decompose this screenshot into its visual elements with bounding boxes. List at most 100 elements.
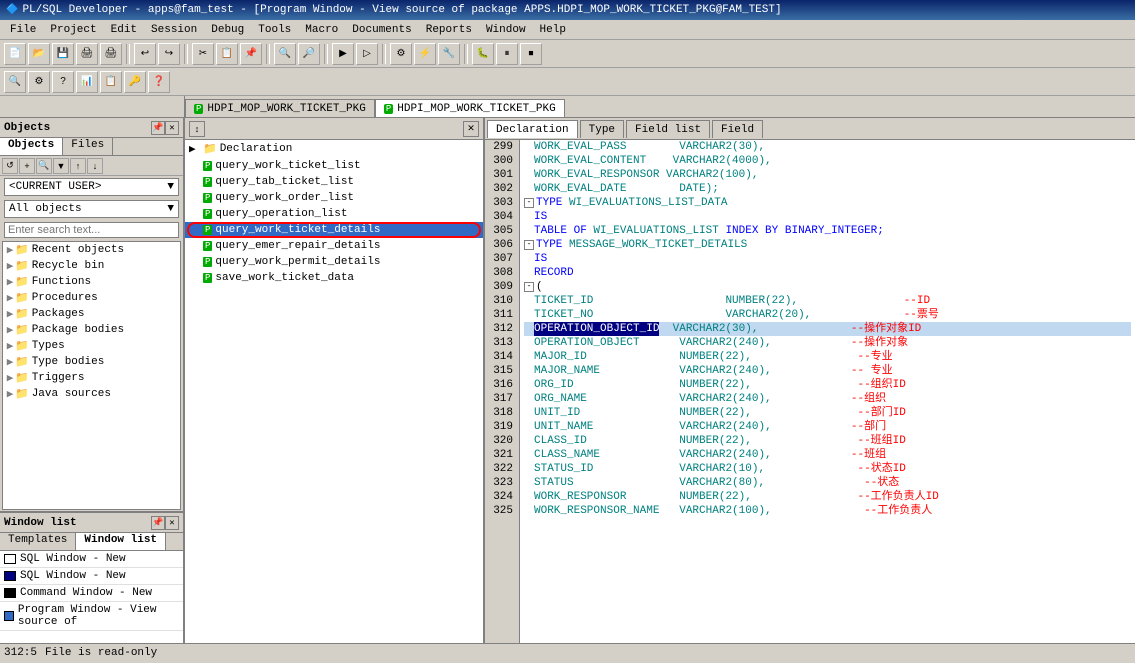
paste-btn[interactable]: 📌: [240, 43, 262, 65]
tab-objects[interactable]: Objects: [0, 138, 63, 155]
obj-add-btn[interactable]: +: [19, 158, 35, 174]
undo-btn[interactable]: ↩: [134, 43, 156, 65]
debug-btn[interactable]: 🐛: [472, 43, 494, 65]
print-btn[interactable]: 🖨: [76, 43, 98, 65]
tree-query-work-permit[interactable]: P query_work_permit_details: [185, 254, 483, 270]
obj-up-btn[interactable]: ↑: [70, 158, 86, 174]
menu-edit[interactable]: Edit: [105, 23, 143, 37]
tab-field-list[interactable]: Field list: [626, 120, 710, 138]
tree-procedures[interactable]: ▶ 📁 Procedures: [3, 290, 180, 306]
tree-types[interactable]: ▶ 📁 Types: [3, 338, 180, 354]
compile2-btn[interactable]: ⚡: [414, 43, 436, 65]
tree-query-emer-repair[interactable]: P query_emer_repair_details: [185, 238, 483, 254]
search-input[interactable]: [4, 222, 179, 238]
tree-package-bodies[interactable]: ▶ 📁 Package bodies: [3, 322, 180, 338]
menu-documents[interactable]: Documents: [346, 23, 417, 37]
new-btn[interactable]: 📄: [4, 43, 26, 65]
debug3-btn[interactable]: ⏹: [520, 43, 542, 65]
tree-functions[interactable]: ▶ 📁 Functions: [3, 274, 180, 290]
tab-field[interactable]: Field: [712, 120, 763, 138]
item-label: Declaration: [220, 143, 293, 155]
copy-btn[interactable]: 📋: [216, 43, 238, 65]
menu-project[interactable]: Project: [44, 23, 102, 37]
collapse-btn-303[interactable]: -: [524, 198, 534, 208]
kw: IS: [534, 252, 547, 266]
find2-btn[interactable]: 🔎: [298, 43, 320, 65]
compile-btn[interactable]: ⚙: [390, 43, 412, 65]
tree-query-work-ticket-list[interactable]: P query_work_ticket_list: [185, 158, 483, 174]
cut-btn[interactable]: ✂: [192, 43, 214, 65]
wl-close-btn[interactable]: ✕: [165, 516, 179, 530]
panel-pin-btn[interactable]: 📌: [151, 121, 165, 135]
obj-down-btn[interactable]: ↓: [87, 158, 103, 174]
window-item-sql2[interactable]: SQL Window - New: [0, 568, 183, 585]
window-item-prog[interactable]: Program Window - View source of: [0, 602, 183, 631]
tab-window-list[interactable]: Window list: [76, 533, 166, 550]
settings-btn[interactable]: ⚙: [28, 71, 50, 93]
sort-btn[interactable]: ↕: [189, 121, 205, 137]
tree-recent-objects[interactable]: ▶ 📁 Recent objects: [3, 242, 180, 258]
tree-query-work-order-list[interactable]: P query_work_order_list: [185, 190, 483, 206]
tool6-btn[interactable]: 🔑: [124, 71, 146, 93]
tree-save-work-ticket[interactable]: P save_work_ticket_data: [185, 270, 483, 286]
tree-query-operation-list[interactable]: P query_operation_list: [185, 206, 483, 222]
obj-refresh-btn[interactable]: ↺: [2, 158, 18, 174]
menu-macro[interactable]: Macro: [299, 23, 344, 37]
search-btn[interactable]: 🔍: [4, 71, 26, 93]
collapse-btn-306[interactable]: -: [524, 240, 534, 250]
menu-file[interactable]: File: [4, 23, 42, 37]
collapse-btn-309[interactable]: -: [524, 282, 534, 292]
tab-files[interactable]: Files: [63, 138, 113, 155]
ln-306: 306: [489, 238, 515, 252]
tree-type-bodies[interactable]: ▶ 📁 Type bodies: [3, 354, 180, 370]
menu-reports[interactable]: Reports: [420, 23, 478, 37]
tree-java-sources[interactable]: ▶ 📁 Java sources: [3, 386, 180, 402]
code-content[interactable]: WORK_EVAL_PASS VARCHAR2(30), WORK_EVAL_C…: [520, 140, 1135, 643]
exec-btn[interactable]: ▶: [332, 43, 354, 65]
compile3-btn[interactable]: 🔧: [438, 43, 460, 65]
code-line-320: CLASS_ID NUMBER(22), --班组ID: [524, 434, 1131, 448]
close-tree-btn[interactable]: ✕: [463, 121, 479, 137]
menu-help[interactable]: Help: [534, 23, 572, 37]
menu-bar: File Project Edit Session Debug Tools Ma…: [0, 20, 1135, 40]
tree-query-tab-ticket-list[interactable]: P query_tab_ticket_list: [185, 174, 483, 190]
current-user-dropdown[interactable]: <CURRENT USER> ▼: [4, 178, 179, 196]
help-btn[interactable]: ?: [52, 71, 74, 93]
tool4-btn[interactable]: 📊: [76, 71, 98, 93]
all-objects-dropdown[interactable]: All objects ▼: [4, 200, 179, 218]
tree-triggers[interactable]: ▶ 📁 Triggers: [3, 370, 180, 386]
open-btn[interactable]: 📂: [28, 43, 50, 65]
item-label: query_work_order_list: [215, 192, 354, 204]
window-item-sql1[interactable]: SQL Window - New: [0, 551, 183, 568]
exec2-btn[interactable]: ▷: [356, 43, 378, 65]
tab-type[interactable]: Type: [580, 120, 624, 138]
print2-btn[interactable]: 🖨: [100, 43, 122, 65]
tree-query-work-ticket-details[interactable]: P query_work_ticket_details: [185, 222, 483, 238]
tool5-btn[interactable]: 📋: [100, 71, 122, 93]
tree-packages[interactable]: ▶ 📁 Packages: [3, 306, 180, 322]
tab-declaration[interactable]: Declaration: [487, 120, 578, 138]
menu-window[interactable]: Window: [480, 23, 532, 37]
comment: --票号: [904, 308, 939, 322]
tool7-btn[interactable]: ❓: [148, 71, 170, 93]
menu-debug[interactable]: Debug: [205, 23, 250, 37]
tree-declaration[interactable]: ▶ 📁 Declaration: [185, 140, 483, 158]
debug2-btn[interactable]: ⏸: [496, 43, 518, 65]
save-btn[interactable]: 💾: [52, 43, 74, 65]
spacing: [587, 224, 594, 238]
wl-pin-btn[interactable]: 📌: [151, 516, 165, 530]
obj-filter-btn[interactable]: ▼: [53, 158, 69, 174]
redo-btn[interactable]: ↪: [158, 43, 180, 65]
tab-pkg-1[interactable]: P HDPI_MOP_WORK_TICKET_PKG: [185, 99, 375, 117]
obj-find-btn[interactable]: 🔍: [36, 158, 52, 174]
code-line-301: WORK_EVAL_RESPONSOR VARCHAR2(100),: [524, 168, 1131, 182]
menu-session[interactable]: Session: [145, 23, 203, 37]
panel-close-btn[interactable]: ✕: [165, 121, 179, 135]
find-btn[interactable]: 🔍: [274, 43, 296, 65]
tab-templates[interactable]: Templates: [0, 533, 76, 550]
menu-tools[interactable]: Tools: [252, 23, 297, 37]
tab-pkg-2[interactable]: P HDPI_MOP_WORK_TICKET_PKG: [375, 99, 565, 117]
tree-recycle-bin[interactable]: ▶ 📁 Recycle bin: [3, 258, 180, 274]
spacing: [626, 140, 679, 154]
window-item-cmd[interactable]: Command Window - New: [0, 585, 183, 602]
